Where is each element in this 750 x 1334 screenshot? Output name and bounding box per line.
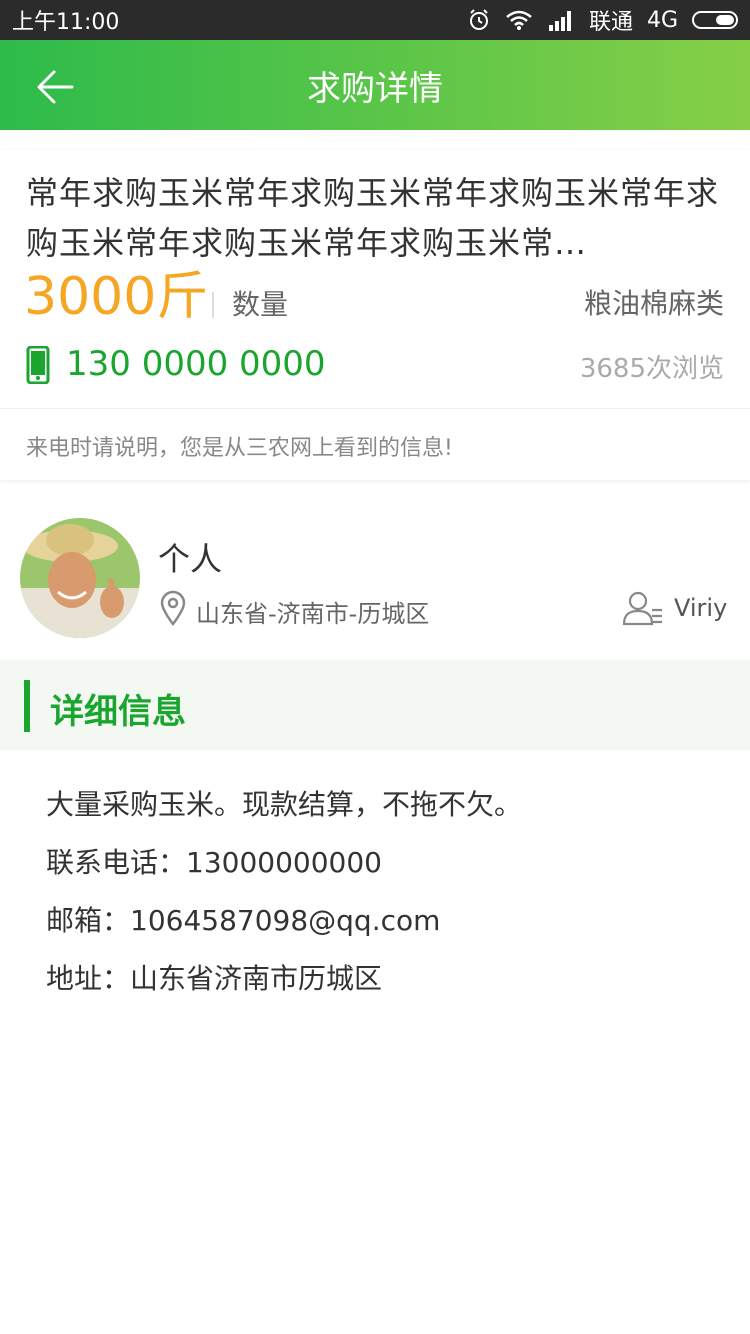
- alarm-icon: [469, 9, 488, 30]
- quantity-divider: [212, 292, 214, 318]
- status-bar: 上午11:00 联通 4G: [0, 0, 750, 40]
- section-accent-bar: [24, 680, 30, 732]
- user-name[interactable]: Viriy: [674, 594, 727, 622]
- avatar[interactable]: [20, 518, 140, 638]
- listing-card: 常年求购玉米常年求购玉米常年求购玉米常年求购玉米常年求购玉米常年求购玉米常… 3…: [0, 150, 750, 480]
- user-card: 个人 山东省-济南市-历城区 Viriy: [0, 500, 750, 660]
- card-divider: [0, 408, 750, 409]
- detail-section-header: 详细信息: [0, 660, 750, 750]
- quantity-value: 3000斤: [24, 267, 209, 327]
- section-title: 详细信息: [50, 692, 186, 732]
- call-notice: 来电时请说明，您是从三农网上看到的信息!: [26, 436, 453, 461]
- page-title: 求购详情: [307, 68, 443, 109]
- network-label: 4G: [646, 7, 678, 33]
- wifi-icon: [506, 10, 532, 30]
- phone-icon: [26, 346, 50, 384]
- back-arrow-icon[interactable]: [34, 66, 76, 108]
- detail-line-phone: 联系电话：13000000000: [46, 846, 382, 879]
- detail-line-email: 邮箱：1064587098@qq.com: [46, 904, 441, 937]
- quantity-label: 数量: [232, 288, 289, 321]
- user-type: 个人: [158, 540, 223, 578]
- carrier-label: 联通: [588, 10, 633, 35]
- status-icons: 联通 4G: [467, 4, 738, 36]
- user-profile-icon: [622, 591, 662, 626]
- signal-icon: [548, 11, 571, 31]
- listing-title: 常年求购玉米常年求购玉米常年求购玉米常年求购玉米常年求购玉米常年求购玉米常…: [26, 174, 720, 262]
- status-time: 上午11:00: [12, 10, 120, 35]
- category-label: 粮油棉麻类: [583, 287, 724, 320]
- detail-line-description: 大量采购玉米。现款结算，不拖不欠。: [46, 788, 523, 821]
- user-location: 山东省-济南市-历城区: [196, 600, 430, 628]
- battery-icon: [692, 11, 738, 29]
- navbar: 求购详情: [0, 40, 750, 130]
- detail-content: 大量采购玉米。现款结算，不拖不欠。 联系电话：13000000000 邮箱：10…: [46, 776, 522, 1008]
- view-count: 3685次浏览: [579, 354, 724, 384]
- location-pin-icon: [160, 590, 186, 626]
- detail-line-address: 地址：山东省济南市历城区: [46, 962, 383, 995]
- phone-number-link[interactable]: 130 0000 0000: [66, 344, 326, 384]
